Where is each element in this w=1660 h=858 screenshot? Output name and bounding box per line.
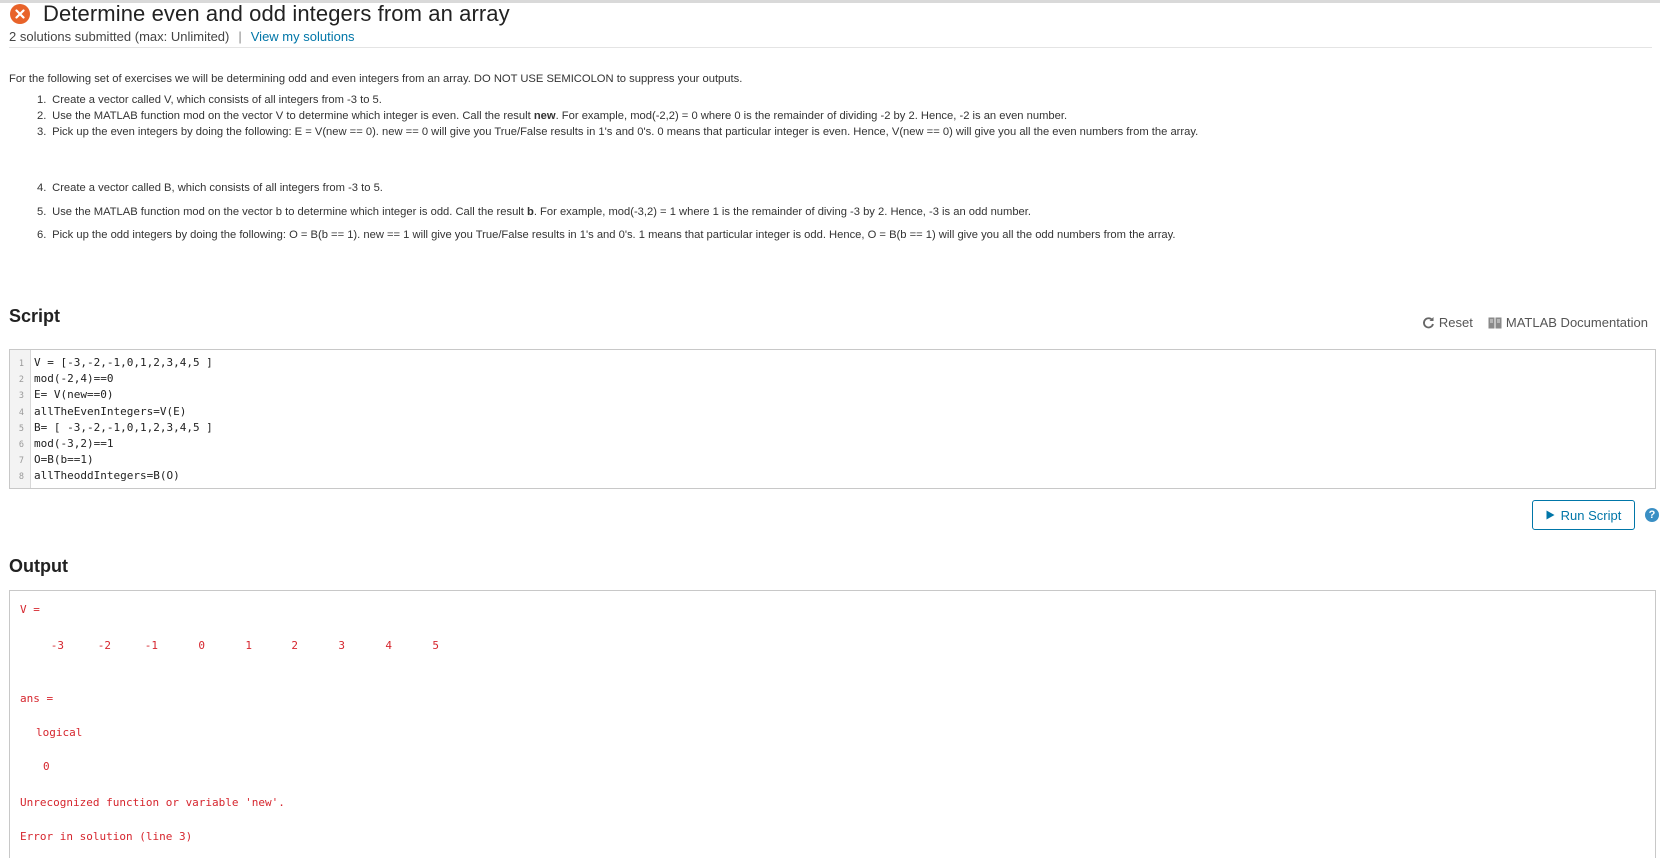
step-item: 3. Pick up the even integers by doing th… xyxy=(37,126,1199,138)
script-toolbar: Reset MATLAB Documentation xyxy=(1407,315,1648,330)
output-value: 5 xyxy=(432,639,439,652)
view-my-solutions-link[interactable]: View my solutions xyxy=(251,29,355,44)
matlab-documentation-link[interactable]: MATLAB Documentation xyxy=(1488,315,1648,330)
run-script-button[interactable]: Run Script xyxy=(1532,500,1635,530)
output-value: 4 xyxy=(385,639,392,652)
separator: | xyxy=(238,29,242,44)
page-title: Determine even and odd integers from an … xyxy=(43,1,510,26)
output-variable-name: ans = xyxy=(20,692,54,705)
play-icon xyxy=(1546,510,1555,520)
output-value: 0 xyxy=(198,639,205,652)
book-icon xyxy=(1488,317,1502,328)
script-heading: Script xyxy=(9,306,61,326)
code-line: 6 mod(-3,2)==1 xyxy=(18,437,114,450)
output-value: 3 xyxy=(338,639,345,652)
code-line: 4 allTheEvenIntegers=V(E) xyxy=(18,405,187,418)
output-value: -1 xyxy=(144,639,158,652)
problem-header: Determine even and odd integers from an … xyxy=(9,1,1649,45)
output-panel: V = -3 -2 -1 0 1 2 3 4 5 ans = logical 0… xyxy=(9,590,1656,858)
problem-description: For the following set of exercises we wi… xyxy=(9,73,1649,241)
step-item: 6. Pick up the odd integers by doing the… xyxy=(37,229,1176,241)
output-value: 1 xyxy=(245,639,252,652)
step-item: 1. Create a vector called V, which consi… xyxy=(37,94,382,106)
output-type: logical xyxy=(36,726,83,739)
solutions-count: 2 solutions submitted (max: Unlimited) xyxy=(9,29,230,44)
reset-button[interactable]: Reset xyxy=(1422,315,1473,330)
intro-text: For the following set of exercises we wi… xyxy=(9,73,743,85)
submission-info: 2 solutions submitted (max: Unlimited) | V… xyxy=(9,29,1649,45)
error-location: Error in solution (line 3) xyxy=(20,830,193,843)
code-editor[interactable]: 1V = [-3,-2,-1,0,1,2,3,4,5 ] 2 mod(-2,4)=… xyxy=(9,349,1656,489)
code-line: 7 O=B(b==1) xyxy=(18,453,94,466)
incorrect-status-icon xyxy=(10,4,30,24)
output-variable-name: V = xyxy=(20,603,40,616)
reset-icon xyxy=(1422,317,1434,329)
step-item: 2. Use the MATLAB function mod on the ve… xyxy=(37,110,1068,122)
divider xyxy=(9,47,1652,48)
code-line: 1V = [-3,-2,-1,0,1,2,3,4,5 ] xyxy=(18,356,213,369)
output-heading: Output xyxy=(9,556,68,576)
code-line: 8 allTheoddIntegers=B(O) xyxy=(18,469,180,482)
output-value: -2 xyxy=(97,639,111,652)
step-item: 4. Create a vector called B, which consi… xyxy=(37,182,383,194)
output-result: 0 xyxy=(43,760,50,773)
code-line: 2 mod(-2,4)==0 xyxy=(18,372,114,385)
output-value: 2 xyxy=(291,639,298,652)
output-value: -3 xyxy=(50,639,64,652)
code-line: 3 E= V(new==0) xyxy=(18,388,114,401)
help-icon[interactable]: ? xyxy=(1645,508,1659,522)
error-message: Unrecognized function or variable 'new'. xyxy=(20,796,285,809)
step-item: 5. Use the MATLAB function mod on the ve… xyxy=(37,206,1031,218)
code-line: 5 B= [ -3,-2,-1,0,1,2,3,4,5 ] xyxy=(18,421,213,434)
